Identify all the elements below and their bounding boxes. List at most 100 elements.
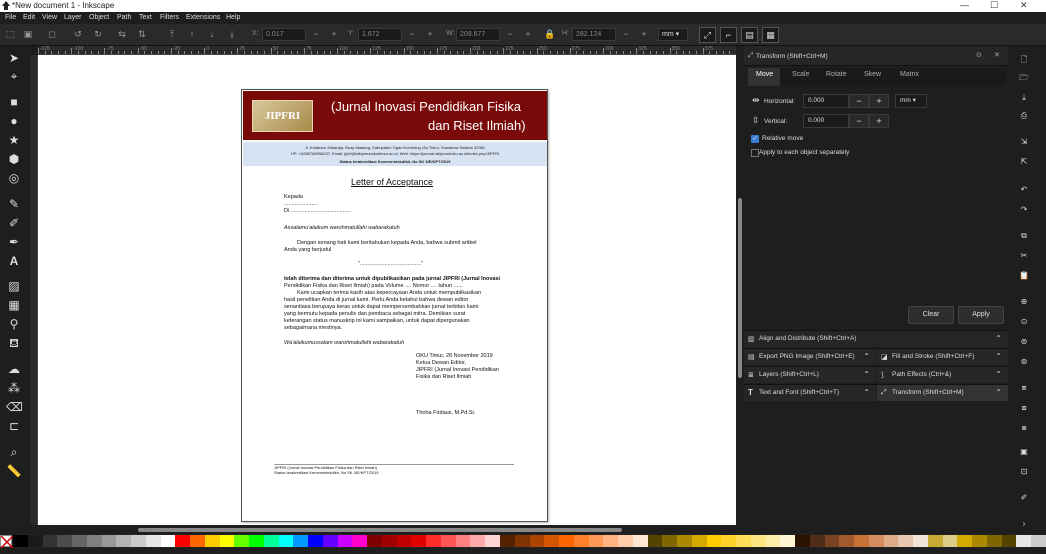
rectangle-tool-icon[interactable]: ■ xyxy=(6,94,22,110)
lock-icon[interactable]: 🔒 xyxy=(544,28,556,40)
w-decrement[interactable]: − xyxy=(504,28,516,40)
color-swatch[interactable] xyxy=(175,535,191,547)
color-swatch[interactable] xyxy=(145,535,162,547)
raise-top-icon[interactable]: ⤒ xyxy=(166,28,178,40)
select-all-layers-icon[interactable]: ▣ xyxy=(22,28,34,40)
zoom-width-icon[interactable]: ⊛ xyxy=(1018,356,1030,368)
raise-icon[interactable]: ↑ xyxy=(186,28,198,40)
transform-corners-icon[interactable]: ⌐ xyxy=(720,27,737,43)
dropper-tool-icon[interactable]: ⚲ xyxy=(6,316,22,332)
color-swatch[interactable] xyxy=(234,535,250,547)
color-swatch[interactable] xyxy=(13,535,29,547)
flip-horizontal-icon[interactable]: ⇆ xyxy=(116,28,128,40)
color-swatch[interactable] xyxy=(809,535,826,547)
zoom-selection-icon[interactable]: ⊕ xyxy=(1018,296,1030,308)
color-swatch[interactable] xyxy=(647,535,663,547)
color-swatch[interactable] xyxy=(204,535,221,547)
color-swatch[interactable] xyxy=(942,535,958,547)
chevron-up-icon[interactable]: ⌃ xyxy=(863,388,870,397)
vertical-scrollbar[interactable] xyxy=(736,55,744,525)
rotate-ccw-icon[interactable]: ↺ xyxy=(72,28,84,40)
align-panel-row[interactable]: ▥ Align and Distribute (Shift+Ctrl+A) ⌃ xyxy=(744,330,1008,347)
color-swatch[interactable] xyxy=(160,535,176,547)
pencil-tool-icon[interactable]: ✐ xyxy=(6,215,22,231)
duplicate-icon[interactable]: ⧈ xyxy=(1018,382,1030,394)
color-swatch[interactable] xyxy=(219,535,235,547)
color-swatch[interactable] xyxy=(957,535,973,547)
chevron-up-icon[interactable]: ⌃ xyxy=(863,352,870,361)
x-input[interactable]: 0.017 xyxy=(262,28,306,41)
path-effects-panel-row[interactable]: ⟆ Path Effects (Ctrl+&) ⌃ xyxy=(877,366,1008,383)
color-swatch[interactable] xyxy=(278,535,294,547)
chevron-up-icon[interactable]: ⌃ xyxy=(995,352,1002,361)
measure-tool-icon[interactable]: 📏 xyxy=(6,463,22,479)
no-paint-swatch[interactable] xyxy=(0,535,14,549)
panel-options-icon[interactable]: ⊙ xyxy=(976,51,982,59)
color-swatch[interactable] xyxy=(116,535,132,547)
calligraphy-tool-icon[interactable]: ✒ xyxy=(6,234,22,250)
color-swatch[interactable] xyxy=(839,535,855,547)
color-swatch[interactable] xyxy=(1016,535,1032,547)
transform-gradient-icon[interactable]: ▤ xyxy=(741,27,758,43)
horizontal-decrement[interactable]: − xyxy=(849,94,869,108)
deselect-icon[interactable]: ◻ xyxy=(46,28,58,40)
horizontal-increment[interactable]: + xyxy=(869,94,889,108)
menu-filters[interactable]: Filters xyxy=(160,14,179,21)
chevron-up-icon[interactable]: ⌃ xyxy=(995,388,1002,397)
fill-stroke-panel-row[interactable]: ◪ Fill and Stroke (Shift+Ctrl+F) ⌃ xyxy=(877,348,1008,365)
color-swatch[interactable] xyxy=(618,535,634,547)
chevron-up-icon[interactable]: ⌃ xyxy=(863,370,870,379)
color-swatch[interactable] xyxy=(455,535,471,547)
transform-pattern-icon[interactable]: ▦ xyxy=(762,27,779,43)
vertical-increment[interactable]: + xyxy=(869,114,889,128)
pen-tool-icon[interactable]: ✎ xyxy=(6,196,22,212)
color-swatch[interactable] xyxy=(824,535,840,547)
color-swatch[interactable] xyxy=(440,535,457,547)
selector-tool-icon[interactable]: ➤ xyxy=(6,50,22,66)
y-decrement[interactable]: − xyxy=(406,28,418,40)
menu-help[interactable]: Help xyxy=(226,14,240,21)
color-swatch[interactable] xyxy=(1001,535,1017,547)
vertical-decrement[interactable]: − xyxy=(849,114,869,128)
color-swatch[interactable] xyxy=(411,535,427,547)
ungroup-icon[interactable]: ⊡ xyxy=(1018,466,1030,478)
document-page[interactable]: JIPFRI (Jurnal Inovasi Pendidikan Fisika… xyxy=(241,89,548,522)
open-icon[interactable]: 🗁 xyxy=(1018,72,1030,84)
transform-stroke-icon[interactable]: ⤢ xyxy=(699,27,716,43)
color-swatch[interactable] xyxy=(381,535,398,547)
more-icon[interactable]: › xyxy=(1018,518,1030,530)
h-increment[interactable]: + xyxy=(638,28,650,40)
color-swatch[interactable] xyxy=(795,535,811,547)
spray-tool-icon[interactable]: ⁂ xyxy=(6,380,22,396)
close-button[interactable]: ✕ xyxy=(1020,0,1028,11)
color-swatch[interactable] xyxy=(706,535,722,547)
menu-layer[interactable]: Layer xyxy=(64,14,82,21)
import-icon[interactable]: ⇲ xyxy=(1018,136,1030,148)
chevron-up-icon[interactable]: ⌃ xyxy=(995,334,1002,343)
vertical-scroll-thumb[interactable] xyxy=(738,198,742,378)
star-tool-icon[interactable]: ★ xyxy=(6,132,22,148)
transform-panel-row[interactable]: ⤢ Transform (Shift+Ctrl+M) ⌃ xyxy=(877,384,1008,401)
redo-icon[interactable]: ↷ xyxy=(1018,204,1030,216)
color-swatch[interactable] xyxy=(691,535,708,547)
color-swatch[interactable] xyxy=(514,535,530,547)
color-swatch[interactable] xyxy=(883,535,899,547)
menu-file[interactable]: File xyxy=(5,14,16,21)
ellipse-tool-icon[interactable]: ● xyxy=(6,113,22,129)
copy-icon[interactable]: ⧉ xyxy=(1018,230,1030,242)
menu-edit[interactable]: Edit xyxy=(23,14,35,21)
color-swatch[interactable] xyxy=(868,535,885,547)
xml-editor-icon[interactable]: ✐ xyxy=(1018,492,1030,504)
unit-select[interactable]: mm ▾ xyxy=(658,28,688,41)
rotate-cw-icon[interactable]: ↻ xyxy=(92,28,104,40)
color-swatch[interactable] xyxy=(677,535,693,547)
apply-each-checkbox[interactable] xyxy=(751,149,759,157)
text-tool-icon[interactable]: A xyxy=(6,253,22,269)
save-icon[interactable]: ⤓ xyxy=(1018,92,1030,104)
color-swatch[interactable] xyxy=(750,535,767,547)
x-increment[interactable]: + xyxy=(328,28,340,40)
color-swatch[interactable] xyxy=(765,535,781,547)
color-swatch[interactable] xyxy=(721,535,737,547)
color-swatch[interactable] xyxy=(1031,535,1046,547)
color-swatch[interactable] xyxy=(632,535,649,547)
